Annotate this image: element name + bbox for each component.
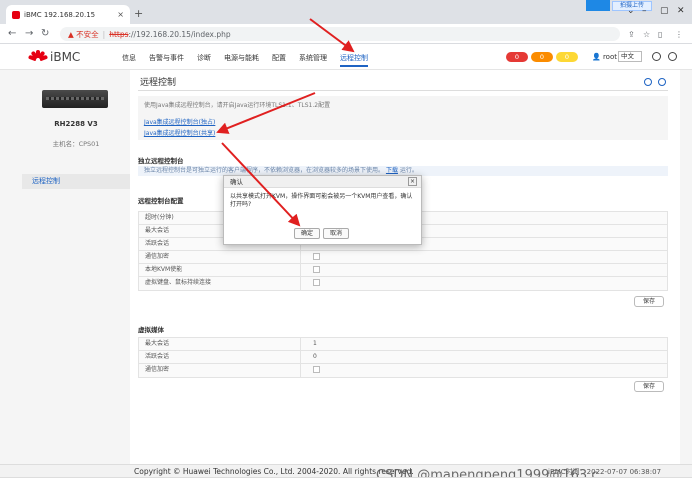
arrow-to-ok-button	[221, 142, 301, 227]
arrow-to-remote-control	[309, 18, 355, 53]
arrow-to-shared-link	[216, 92, 316, 134]
annotation-arrows	[216, 18, 355, 227]
